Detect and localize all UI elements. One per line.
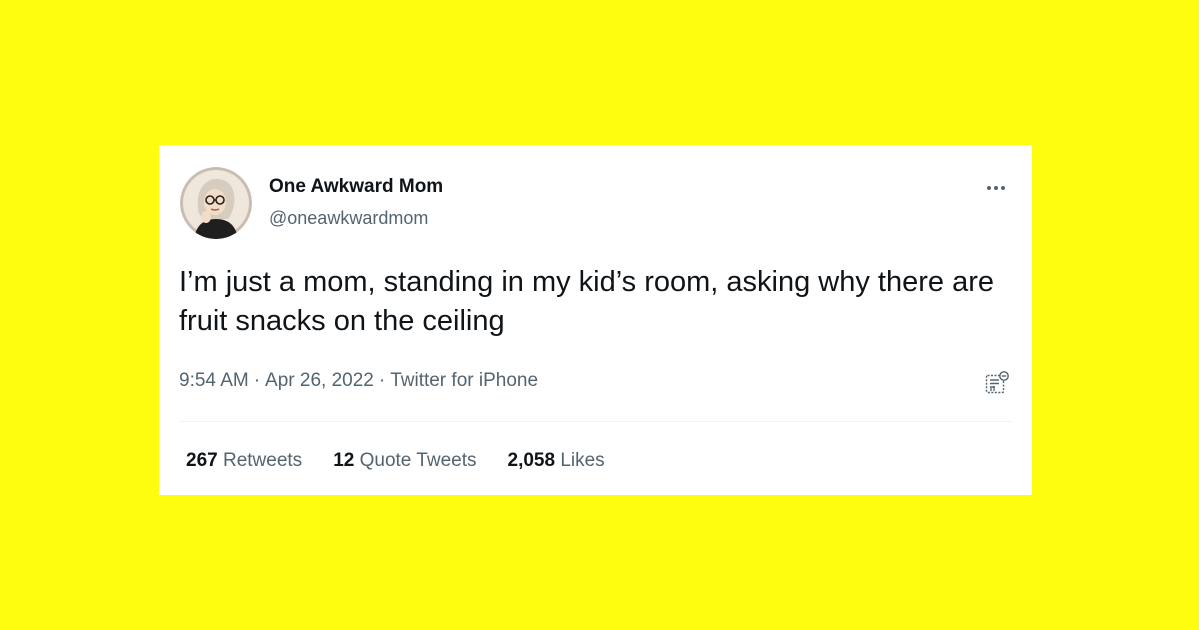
- more-options-button[interactable]: [981, 175, 1015, 199]
- analytics-button[interactable]: [983, 369, 1011, 397]
- avatar[interactable]: [180, 167, 252, 239]
- meta-separator: ·: [253, 370, 261, 391]
- likes-stat[interactable]: 2,058 Likes: [508, 450, 605, 472]
- tweet-text: I’m just a mom, standing in my kid’s roo…: [179, 266, 995, 337]
- author-display-name[interactable]: One Awkward Mom: [269, 176, 443, 198]
- tweet-meta: 9:54 AM · Apr 26, 2022 · Twitter for iPhone: [179, 370, 538, 392]
- quote-tweets-stat[interactable]: 12 Quote Tweets: [333, 450, 476, 472]
- retweets-label: Retweets: [222, 450, 303, 471]
- meta-separator: ·: [378, 370, 386, 391]
- tweet-card: One Awkward Mom @oneawkwardmom I’m just …: [159, 145, 1032, 495]
- retweets-stat[interactable]: 267 Retweets: [186, 450, 302, 472]
- likes-count: 2,058: [507, 450, 556, 471]
- quote-tweets-count: 12: [333, 450, 355, 471]
- avatar-image: [180, 167, 252, 239]
- tweet-time[interactable]: 9:54 AM: [179, 370, 249, 391]
- divider: [179, 421, 1012, 422]
- tweet-stats: 267 Retweets 12 Quote Tweets 2,058 Likes: [186, 450, 605, 472]
- author-handle[interactable]: @oneawkwardmom: [269, 208, 428, 229]
- analytics-icon: [985, 371, 1009, 394]
- tweet-source[interactable]: Twitter for iPhone: [390, 370, 538, 391]
- likes-label: Likes: [560, 450, 605, 471]
- more-horizontal-icon: [987, 186, 1005, 190]
- quote-tweets-label: Quote Tweets: [359, 450, 477, 471]
- tweet-date[interactable]: Apr 26, 2022: [265, 370, 374, 391]
- retweets-count: 267: [186, 450, 218, 471]
